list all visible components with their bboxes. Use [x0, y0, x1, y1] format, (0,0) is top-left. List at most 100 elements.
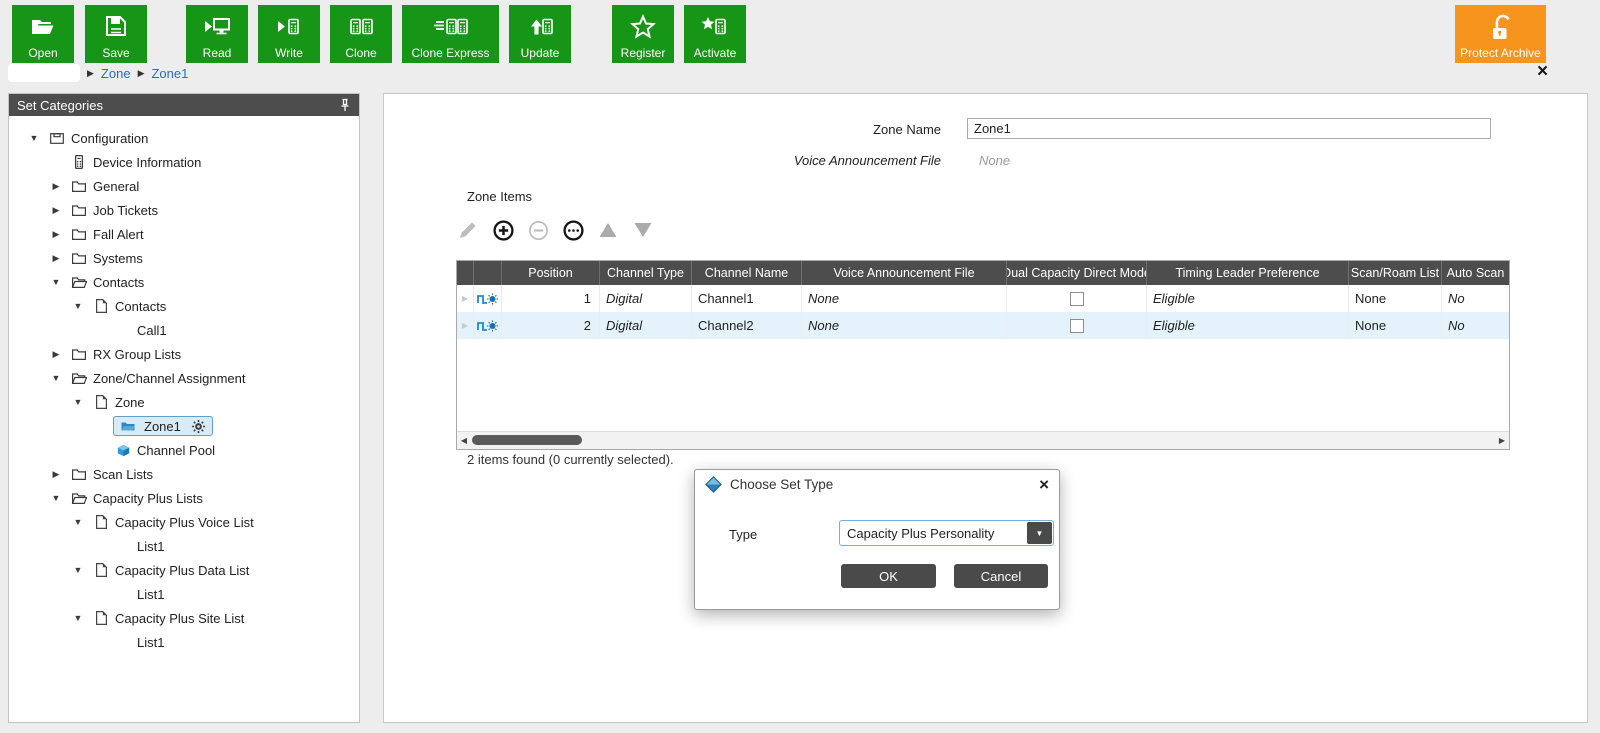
tree-item-contacts[interactable]: ▼ Contacts: [9, 270, 359, 294]
chevron-expanded-icon[interactable]: ▼: [67, 397, 89, 407]
chevron-expanded-icon[interactable]: ▼: [67, 301, 89, 311]
row-expander-icon[interactable]: ▶: [462, 321, 468, 330]
table-row[interactable]: ▶2DigitalChannel2NoneEligibleNoneNo: [457, 312, 1509, 339]
set-type-dropdown-value: Capacity Plus Personality: [840, 521, 1026, 545]
column-header-timing-leader-preference[interactable]: Timing Leader Preference: [1147, 261, 1349, 285]
tree-item-capacity-plus-voice-list[interactable]: ▼Capacity Plus Voice List: [9, 510, 359, 534]
tree-item-device-information[interactable]: Device Information: [9, 150, 359, 174]
dialog-close-icon[interactable]: ×: [1039, 475, 1049, 495]
tree-item-label: Systems: [91, 251, 143, 266]
zone-name-input[interactable]: [967, 118, 1491, 139]
remove-button[interactable]: [526, 217, 550, 243]
pin-icon[interactable]: [339, 98, 351, 112]
row-expander-cell[interactable]: ▶: [457, 312, 474, 339]
doc-icon: [89, 610, 113, 626]
checkbox[interactable]: [1070, 292, 1084, 306]
doc-icon: [89, 394, 113, 410]
write-button[interactable]: Write: [258, 5, 320, 63]
edit-button[interactable]: [456, 217, 480, 243]
tree-item-contacts[interactable]: ▼Contacts: [9, 294, 359, 318]
scroll-left-icon[interactable]: ◀: [457, 432, 471, 448]
read-button[interactable]: Read: [186, 5, 248, 63]
channel-icon-cell: [474, 312, 502, 339]
gear-icon[interactable]: [191, 419, 206, 434]
chevron-collapsed-icon[interactable]: ▶: [45, 349, 67, 360]
chevron-expanded-icon[interactable]: ▼: [23, 133, 45, 143]
open-icon: [12, 12, 74, 42]
tree-item-list1[interactable]: List1: [9, 582, 359, 606]
breadcrumb-link-zone1[interactable]: Zone1: [151, 66, 188, 81]
chevron-collapsed-icon[interactable]: ▶: [45, 469, 67, 480]
tree-item-zone-channel-assignment[interactable]: ▼Zone/Channel Assignment: [9, 366, 359, 390]
column-header-empty[interactable]: [457, 261, 474, 285]
folder-open-icon: [67, 370, 91, 386]
tree-item-zone[interactable]: ▼Zone: [9, 390, 359, 414]
row-expander-icon[interactable]: ▶: [462, 294, 468, 303]
tree-item-capacity-plus-data-list[interactable]: ▼Capacity Plus Data List: [9, 558, 359, 582]
close-icon[interactable]: ×: [1537, 61, 1548, 83]
tree-item-job-tickets[interactable]: ▶Job Tickets: [9, 198, 359, 222]
tree-item-general[interactable]: ▶General: [9, 174, 359, 198]
chevron-expanded-icon[interactable]: ▼: [67, 565, 89, 575]
digital-channel-icon: [476, 291, 500, 307]
tree-item-list1[interactable]: List1: [9, 534, 359, 558]
voice-announcement-file-value: None: [979, 153, 1010, 168]
move-down-button[interactable]: [631, 217, 655, 243]
open-button[interactable]: Open: [12, 5, 74, 63]
chevron-expanded-icon[interactable]: ▼: [45, 373, 67, 383]
column-header-position[interactable]: Position: [502, 261, 600, 285]
chevron-expanded-icon[interactable]: ▼: [67, 613, 89, 623]
clone-express-button[interactable]: Clone Express: [402, 5, 499, 63]
tree-item-configuration[interactable]: ▼Configuration: [9, 126, 359, 150]
save-button[interactable]: Save: [85, 5, 147, 63]
chevron-expanded-icon[interactable]: ▼: [45, 277, 67, 287]
move-up-button[interactable]: [596, 217, 620, 243]
tree-item-systems[interactable]: ▶ Systems: [9, 246, 359, 270]
folder-icon: [67, 202, 91, 218]
scroll-right-icon[interactable]: ▶: [1495, 432, 1509, 448]
clone-button[interactable]: Clone: [330, 5, 392, 63]
row-expander-cell[interactable]: ▶: [457, 285, 474, 312]
register-button[interactable]: Register: [612, 5, 674, 63]
column-header-scan-roam-list[interactable]: Scan/Roam List: [1349, 261, 1442, 285]
column-header-auto-scan[interactable]: Auto Scan: [1442, 261, 1509, 285]
tree-item-call1[interactable]: Call1: [9, 318, 359, 342]
tree-item-scan-lists[interactable]: ▶Scan Lists: [9, 462, 359, 486]
column-header-channel-type[interactable]: Channel Type: [600, 261, 692, 285]
tree-item-rx-group-lists[interactable]: ▶RX Group Lists: [9, 342, 359, 366]
tree-item-channel-pool[interactable]: Channel Pool: [9, 438, 359, 462]
column-header-empty[interactable]: [474, 261, 502, 285]
column-header-dual-capacity-direct-mode[interactable]: Dual Capacity Direct Mode: [1007, 261, 1147, 285]
chevron-collapsed-icon[interactable]: ▶: [45, 205, 67, 216]
tree-item-list1[interactable]: List1: [9, 630, 359, 654]
cancel-button[interactable]: Cancel: [954, 564, 1048, 588]
tree-item-capacity-plus-site-list[interactable]: ▼Capacity Plus Site List: [9, 606, 359, 630]
breadcrumb-link-zone[interactable]: Zone: [101, 66, 131, 81]
tree-item-zone1[interactable]: Zone1: [9, 414, 359, 438]
table-row[interactable]: ▶1DigitalChannel1NoneEligibleNoneNo: [457, 285, 1509, 312]
set-type-dropdown[interactable]: Capacity Plus Personality ▼: [839, 520, 1054, 546]
chevron-collapsed-icon[interactable]: ▶: [45, 253, 67, 264]
update-button[interactable]: Update: [509, 5, 571, 63]
chevron-expanded-icon[interactable]: ▼: [67, 517, 89, 527]
type-label: Type: [729, 527, 757, 542]
column-header-channel-name[interactable]: Channel Name: [692, 261, 802, 285]
chevron-collapsed-icon[interactable]: ▶: [45, 181, 67, 192]
tree-item-capacity-plus-lists[interactable]: ▼Capacity Plus Lists: [9, 486, 359, 510]
add-button[interactable]: [491, 217, 515, 243]
chevron-collapsed-icon[interactable]: ▶: [45, 229, 67, 240]
chevron-expanded-icon[interactable]: ▼: [45, 493, 67, 503]
zone-items-table: PositionChannel TypeChannel NameVoice An…: [456, 260, 1510, 450]
tree-item-fall-alert[interactable]: ▶Fall Alert: [9, 222, 359, 246]
ok-button[interactable]: OK: [841, 564, 936, 588]
tree-item-label: Contacts: [91, 275, 144, 290]
column-header-voice-announcement-file[interactable]: Voice Announcement File: [802, 261, 1007, 285]
activate-button[interactable]: Activate: [684, 5, 746, 63]
scrollbar-thumb[interactable]: [472, 435, 582, 445]
protect-archive-button[interactable]: Protect Archive: [1455, 5, 1546, 63]
chevron-down-icon[interactable]: ▼: [1027, 522, 1052, 544]
more-button[interactable]: [561, 217, 585, 243]
horizontal-scrollbar[interactable]: ◀ ▶: [457, 431, 1509, 449]
position-cell: 2: [502, 312, 600, 339]
checkbox[interactable]: [1070, 319, 1084, 333]
